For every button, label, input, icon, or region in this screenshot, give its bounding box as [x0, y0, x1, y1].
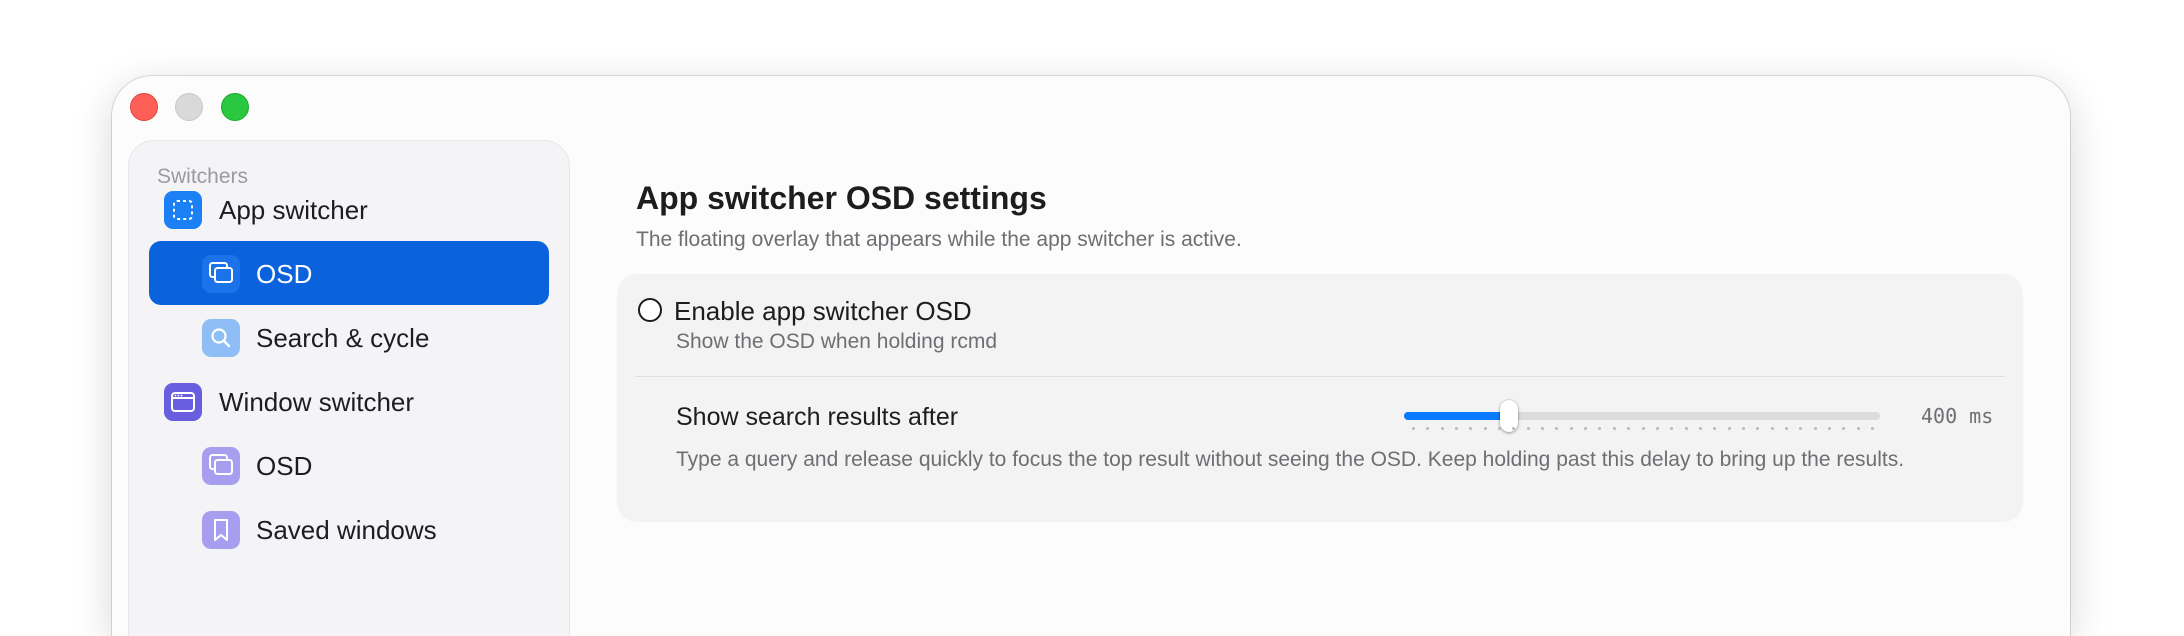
sidebar-item-app-switcher[interactable]: App switcher — [149, 177, 549, 241]
slider-tick — [1871, 427, 1874, 430]
search-delay-slider[interactable] — [1404, 400, 1880, 432]
page-title-text: App switcher OSD settings — [636, 180, 1047, 216]
slider-tick — [1555, 427, 1559, 430]
slider-tick — [1641, 427, 1645, 430]
slider-tick — [1541, 427, 1545, 430]
divider — [635, 376, 2005, 377]
slider-fill — [1404, 412, 1509, 420]
slider-tick — [1526, 427, 1530, 430]
sidebar-item-label: OSD — [256, 259, 313, 289]
sidebar-item-label: Search & cycle — [256, 323, 430, 353]
slider-tick — [1727, 427, 1731, 430]
slider-tick — [1842, 427, 1846, 430]
sidebar-item-label: App switcher — [219, 195, 368, 225]
slider-tick — [1627, 427, 1631, 430]
slider-tick — [1598, 427, 1602, 430]
app-switcher-icon — [164, 191, 202, 229]
slider-tick — [1741, 427, 1745, 430]
slider-tick — [1512, 427, 1516, 430]
slider-tick — [1426, 427, 1430, 430]
sidebar-item-saved-windows[interactable]: Saved windows — [149, 497, 549, 561]
enable-osd-label: Enable app switcher OSD — [674, 296, 972, 326]
slider-tick — [1784, 427, 1788, 430]
slider-tick — [1469, 427, 1473, 430]
sidebar: Switchers App switcher OSD Search & cycl… — [128, 140, 570, 636]
bookmark-icon — [202, 511, 240, 549]
slider-tick — [1698, 427, 1702, 430]
slider-tick — [1713, 427, 1717, 430]
sidebar-item-window-osd[interactable]: OSD — [149, 433, 549, 497]
slider-tick — [1770, 427, 1774, 430]
sidebar-item-search-cycle[interactable]: Search & cycle — [149, 305, 549, 369]
slider-tick — [1498, 427, 1502, 430]
slider-tick — [1440, 427, 1444, 430]
slider-tick — [1799, 427, 1803, 430]
page-subtitle: The floating overlay that appears while … — [636, 228, 1242, 251]
close-window-button[interactable] — [130, 93, 158, 121]
sidebar-item-label: OSD — [256, 451, 313, 481]
slider-ticks — [1412, 427, 1874, 431]
slider-tick — [1856, 427, 1860, 430]
sidebar-item-label: Window switcher — [219, 387, 415, 417]
slider-tick — [1684, 427, 1688, 430]
slider-tick — [1455, 427, 1459, 430]
slider-tick — [1670, 427, 1674, 430]
slider-tick — [1612, 427, 1616, 430]
sidebar-item-window-switcher[interactable]: Window switcher — [149, 369, 549, 433]
slider-tick — [1655, 427, 1659, 430]
zoom-window-button[interactable] — [221, 93, 249, 121]
enable-osd-description: Show the OSD when holding rcmd — [676, 330, 997, 353]
slider-tick — [1827, 427, 1831, 430]
slider-tick — [1813, 427, 1817, 430]
search-delay-description: Type a query and release quickly to focu… — [676, 448, 1905, 471]
search-delay-value: 400 ms — [1921, 404, 1994, 428]
osd-icon — [202, 447, 240, 485]
slider-tick — [1483, 427, 1487, 430]
sidebar-item-label: Saved windows — [256, 515, 437, 545]
slider-tick — [1569, 427, 1573, 430]
slider-tick — [1756, 427, 1760, 430]
osd-icon — [202, 255, 240, 293]
sidebar-item-app-osd[interactable]: OSD — [149, 241, 549, 305]
window-switcher-icon — [164, 383, 202, 421]
slider-tick — [1584, 427, 1588, 430]
minimize-window-button[interactable] — [175, 93, 203, 121]
search-icon — [202, 319, 240, 357]
enable-osd-radio[interactable] — [638, 298, 662, 322]
slider-tick — [1412, 427, 1415, 430]
search-delay-label: Show search results after — [676, 403, 959, 431]
